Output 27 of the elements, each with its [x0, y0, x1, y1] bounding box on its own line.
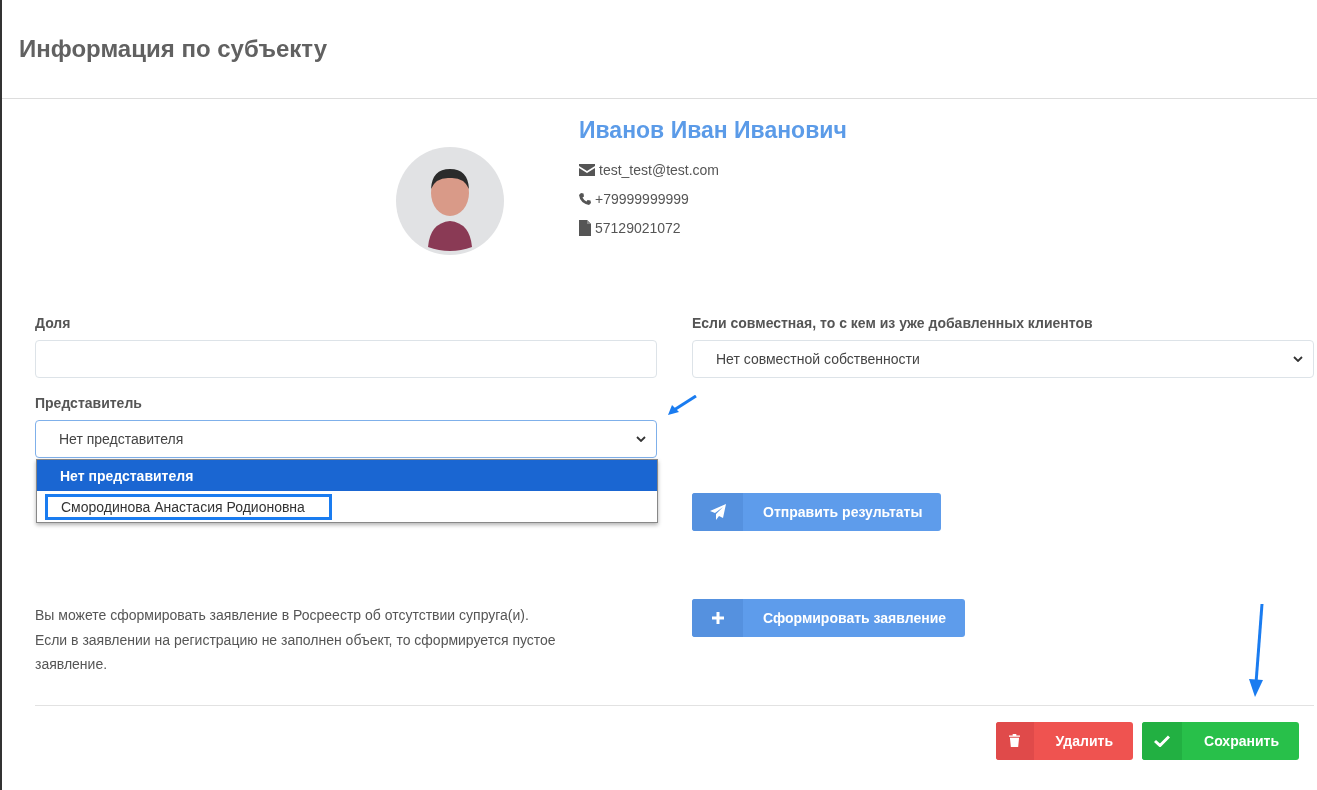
checkmark-icon — [1154, 734, 1170, 747]
person-name: Иванов Иван Иванович — [579, 117, 847, 145]
create-statement-button[interactable]: Сформировать заявление — [692, 599, 966, 637]
paper-plane-icon — [709, 504, 726, 520]
modal-title: Информация по субъекту — [19, 35, 327, 63]
representative-select[interactable]: Нет представителя — [35, 420, 657, 458]
field-label: Если совместная, то с кем из уже добавленных клиентов — [692, 315, 1093, 333]
envelope-icon — [579, 163, 595, 176]
statement-info-text: Вы можете сформировать заявление в Росреестр об отсутствии супруга(и). Если в заявлении на регистрацию не заполнен объект, то сформируется пустое заявление. — [35, 606, 557, 674]
document-icon — [579, 219, 591, 236]
email-text: test_test@test.com — [599, 161, 720, 178]
chevron-icon — [636, 436, 646, 442]
field-label: Представитель — [35, 395, 142, 413]
chevron-icon — [1293, 356, 1303, 362]
phone-text: +79999999999 — [595, 190, 689, 207]
joint-owner-select[interactable]: Нет совместной собственности — [692, 340, 1314, 378]
trash-icon — [1009, 734, 1021, 747]
dropdown-option[interactable]: Нет представителя — [37, 460, 657, 491]
plus-icon — [711, 612, 724, 624]
phone-icon — [579, 192, 591, 205]
send-results-button[interactable]: Отправить результаты — [692, 493, 942, 531]
document-number: 57129021072 — [595, 219, 681, 236]
annotation-arrow — [668, 395, 698, 417]
field-label: Доля — [35, 315, 71, 333]
delete-button[interactable]: Удалить — [996, 721, 1133, 760]
dropdown-option[interactable]: Смородинова Анастасия Родионовна — [37, 491, 657, 522]
share-input[interactable] — [35, 340, 657, 378]
